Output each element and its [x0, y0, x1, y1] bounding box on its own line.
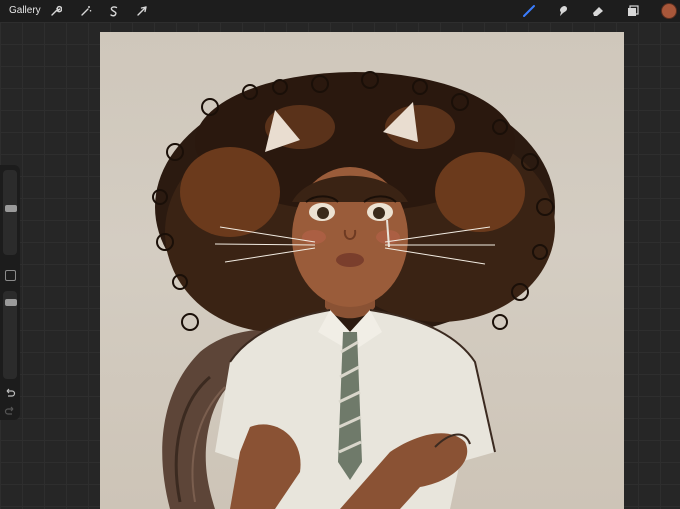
smudge-icon — [560, 6, 568, 16]
selection-button[interactable] — [106, 3, 122, 19]
side-toolbar — [0, 165, 20, 420]
magic-wand-icon — [81, 6, 92, 16]
eraser-tool-button[interactable] — [590, 3, 606, 19]
transform-button[interactable] — [134, 3, 150, 19]
undo-icon — [6, 388, 16, 397]
brush-size-thumb[interactable] — [5, 205, 17, 212]
layers-icon — [628, 5, 639, 16]
actions-button[interactable] — [48, 3, 64, 19]
wrench-icon — [51, 5, 62, 16]
brush-icon — [523, 5, 535, 17]
color-picker-button[interactable] — [661, 3, 677, 19]
layers-button[interactable] — [625, 3, 641, 19]
drawing-canvas[interactable] — [100, 32, 624, 509]
brush-size-slider[interactable] — [3, 170, 17, 255]
opacity-thumb[interactable] — [5, 299, 17, 306]
selection-icon — [110, 6, 118, 17]
modify-button[interactable] — [5, 270, 16, 281]
gallery-button[interactable]: Gallery — [9, 5, 41, 16]
artwork-illustration — [152, 71, 555, 509]
transform-arrow-icon — [137, 6, 147, 16]
adjustments-button[interactable] — [78, 3, 94, 19]
redo-button[interactable] — [4, 403, 16, 421]
smudge-tool-button[interactable] — [555, 3, 571, 19]
top-toolbar: Gallery — [0, 0, 680, 22]
opacity-slider[interactable] — [3, 291, 17, 379]
eraser-icon — [593, 7, 603, 16]
redo-icon — [4, 406, 14, 415]
undo-button[interactable] — [4, 385, 16, 403]
brush-tool-button[interactable] — [521, 3, 537, 19]
